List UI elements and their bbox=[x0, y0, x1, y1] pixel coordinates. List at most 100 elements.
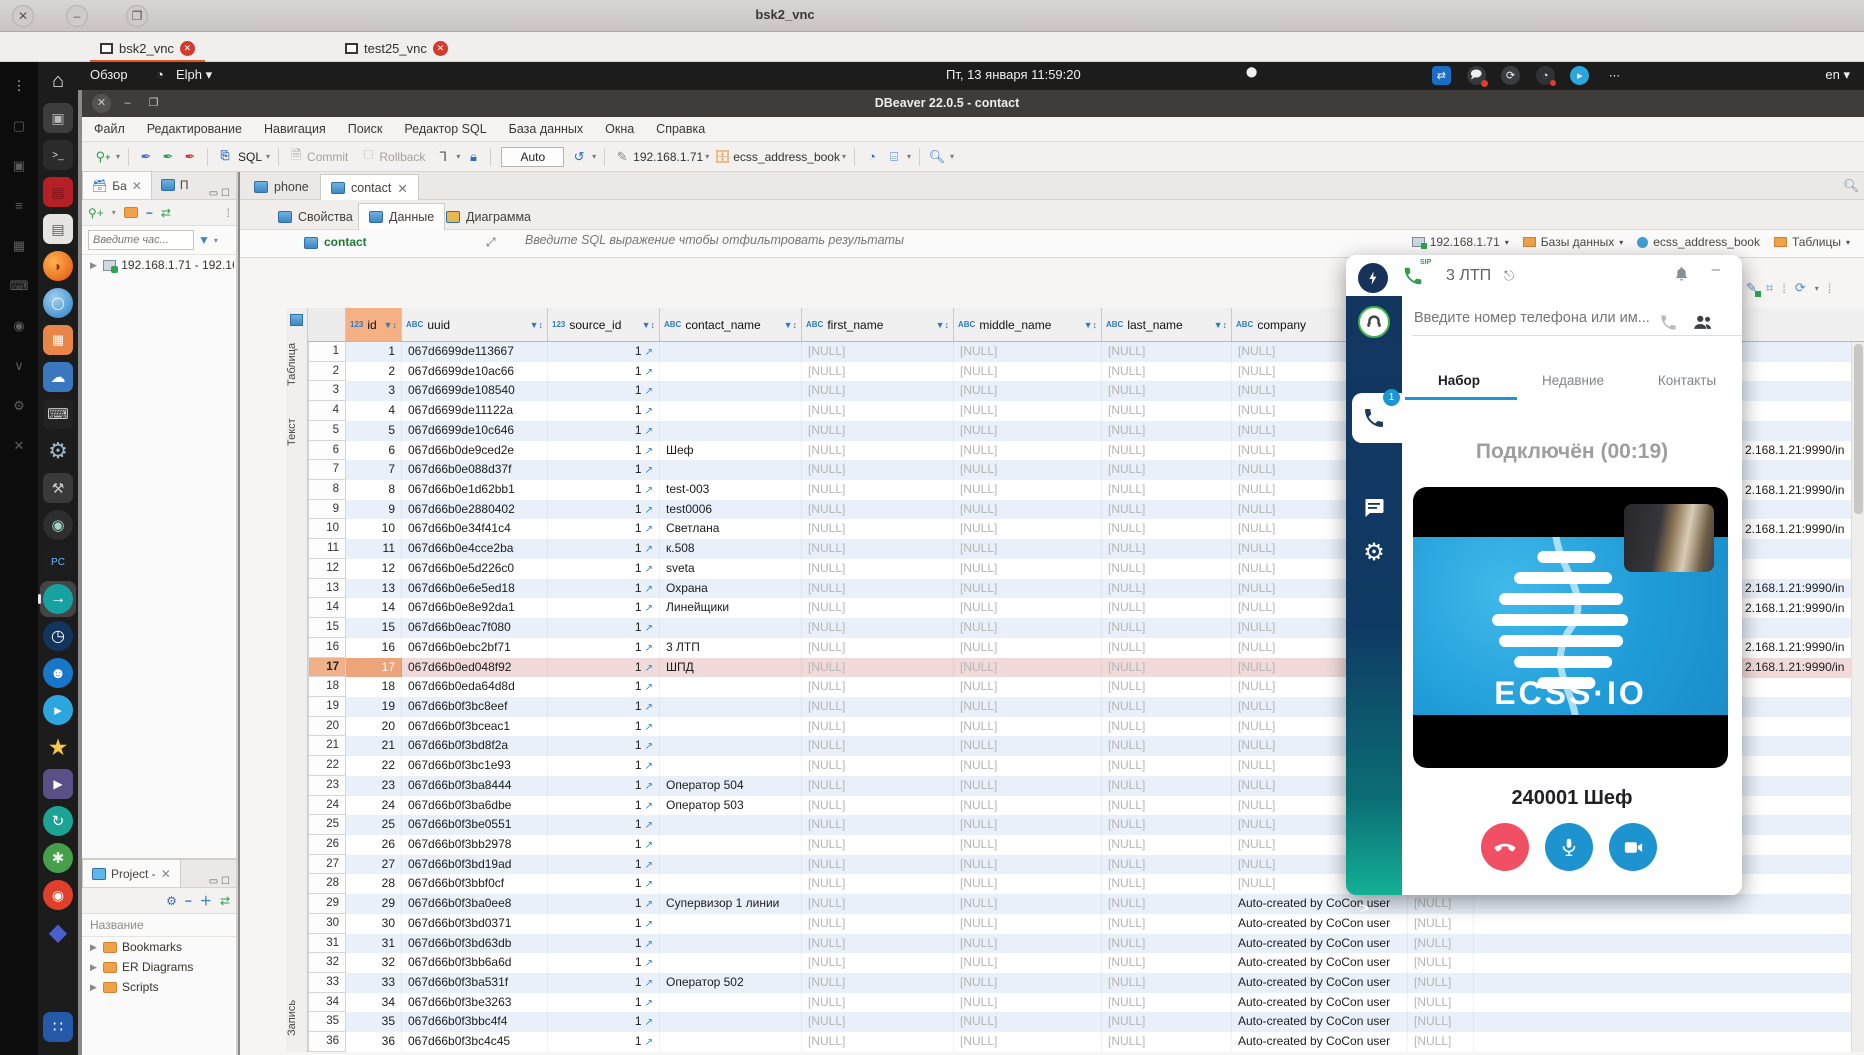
tab-properties[interactable]: Свойства bbox=[268, 203, 363, 230]
table-row[interactable]: 3636067d66b0f3bc4c451↗[NULL][NULL][NULL]… bbox=[308, 1032, 1864, 1052]
logout-icon[interactable]: ⎋ bbox=[1504, 268, 1514, 284]
grid-cell[interactable]: 067d66b0e4cce2ba bbox=[402, 539, 548, 559]
dock-icon-blue-diamond[interactable]: ◆ bbox=[43, 917, 73, 947]
grid-cell[interactable]: [NULL] bbox=[954, 1012, 1102, 1032]
grid-cell[interactable] bbox=[660, 677, 802, 697]
grid-cell[interactable]: 067d66b0de9ced2e bbox=[402, 441, 548, 461]
grid-cell[interactable]: 1↗ bbox=[548, 934, 660, 954]
caret-icon[interactable]: ▾ bbox=[592, 152, 596, 161]
sql-filter-input[interactable] bbox=[525, 233, 1345, 247]
grid-cell[interactable]: [NULL] bbox=[954, 894, 1102, 914]
grid-cell[interactable]: [NULL] bbox=[954, 598, 1102, 618]
grid-cell[interactable]: 3 bbox=[346, 381, 402, 401]
collapse-all-icon[interactable]: − bbox=[146, 206, 153, 220]
grid-cell[interactable]: [NULL] bbox=[1102, 1012, 1232, 1032]
grid-cell[interactable]: [NULL] bbox=[802, 500, 954, 520]
grid-cell[interactable]: [NULL] bbox=[954, 421, 1102, 441]
grid-cell[interactable]: [NULL] bbox=[954, 618, 1102, 638]
grid-corner[interactable] bbox=[308, 308, 346, 341]
grid-cell[interactable]: [NULL] bbox=[1102, 993, 1232, 1013]
grid-cell[interactable]: 36 bbox=[308, 1032, 346, 1052]
grid-cell[interactable] bbox=[660, 855, 802, 875]
grid-cell[interactable]: [NULL] bbox=[1102, 579, 1232, 599]
grid-cell[interactable]: 6 bbox=[346, 441, 402, 461]
link-editor-icon[interactable]: ⇄ bbox=[161, 206, 171, 220]
grid-cell[interactable]: 8 bbox=[308, 480, 346, 500]
grid-cell[interactable]: 1↗ bbox=[548, 756, 660, 776]
grid-cell[interactable]: [NULL] bbox=[802, 421, 954, 441]
vnc-toolbar-icon[interactable]: ⚙ bbox=[0, 398, 38, 414]
dbeaver-minimize-icon[interactable]: – bbox=[118, 94, 137, 113]
network-icon[interactable]: ⌸ bbox=[884, 147, 904, 167]
grid-cell[interactable]: [NULL] bbox=[954, 441, 1102, 461]
grid-cell[interactable]: 5 bbox=[308, 421, 346, 441]
grid-cell[interactable]: [NULL] bbox=[802, 658, 954, 678]
grid-cell[interactable]: 067d66b0f3be3263 bbox=[402, 993, 548, 1013]
grid-cell[interactable]: [NULL] bbox=[802, 342, 954, 362]
grid-cell[interactable]: 1↗ bbox=[548, 480, 660, 500]
grid-cell[interactable]: 36 bbox=[346, 1032, 402, 1052]
grid-cell[interactable]: [NULL] bbox=[1102, 894, 1232, 914]
grid-cell[interactable]: 1↗ bbox=[548, 855, 660, 875]
tab-contact[interactable]: contact ✕ bbox=[320, 174, 419, 201]
discord-tray-icon[interactable]: 🗩 bbox=[1467, 66, 1486, 85]
new-connection-icon[interactable]: ⚲+ bbox=[93, 147, 113, 167]
grid-cell[interactable]: 32 bbox=[308, 953, 346, 973]
dashboard-icon[interactable]: ◔ bbox=[862, 147, 882, 167]
grid-cell[interactable]: 067d66b0f3bb2978 bbox=[402, 835, 548, 855]
grid-cell[interactable]: ШПД bbox=[660, 658, 802, 678]
grid-cell[interactable]: [NULL] bbox=[954, 934, 1102, 954]
grid-cell[interactable]: 4 bbox=[308, 401, 346, 421]
grid-tab-text[interactable]: Текст bbox=[286, 408, 308, 456]
project-item-scripts[interactable]: ▶Scripts bbox=[82, 977, 236, 997]
grid-cell[interactable]: 1↗ bbox=[548, 953, 660, 973]
grid-cell[interactable]: test-003 bbox=[660, 480, 802, 500]
contacts-people-icon[interactable] bbox=[1692, 313, 1714, 332]
grid-settings-icon[interactable]: ⌗ bbox=[1766, 280, 1773, 296]
grid-cell[interactable]: [NULL] bbox=[802, 796, 954, 816]
grid-cell[interactable]: 15 bbox=[346, 618, 402, 638]
grid-cell[interactable]: Auto-created by CoCon user bbox=[1232, 1012, 1408, 1032]
grid-cell[interactable]: test0006 bbox=[660, 500, 802, 520]
grid-cell[interactable]: [NULL] bbox=[802, 874, 954, 894]
clock[interactable]: Пт, 13 января 11:59:20 bbox=[946, 67, 1081, 82]
table-row[interactable]: 2929067d66b0f3ba0ee81↗Супервизор 1 линии… bbox=[308, 894, 1864, 914]
dbeaver-restore-icon[interactable]: ❐ bbox=[144, 94, 163, 113]
vnc-toolbar-icon[interactable]: ∨ bbox=[0, 358, 38, 374]
vnc-minimize-icon[interactable]: – bbox=[66, 5, 88, 27]
grid-cell[interactable]: 12 bbox=[346, 559, 402, 579]
grid-cell[interactable]: 067d6699de10ac66 bbox=[402, 362, 548, 382]
grid-cell[interactable]: [NULL] bbox=[802, 973, 954, 993]
grid-cell[interactable]: 2 bbox=[308, 362, 346, 382]
grid-cell[interactable]: [NULL] bbox=[802, 914, 954, 934]
grid-cell[interactable] bbox=[660, 736, 802, 756]
grid-cell[interactable]: 25 bbox=[308, 815, 346, 835]
grid-cell[interactable]: [NULL] bbox=[802, 559, 954, 579]
softphone-tab-recent[interactable]: Недавние bbox=[1517, 373, 1629, 388]
vnc-toolbar-icon[interactable]: ▢ bbox=[0, 118, 38, 134]
grid-cell[interactable]: [NULL] bbox=[1102, 638, 1232, 658]
grid-cell[interactable]: 1↗ bbox=[548, 539, 660, 559]
grid-cell[interactable]: [NULL] bbox=[954, 835, 1102, 855]
menu-файл[interactable]: Файл bbox=[94, 122, 125, 136]
mute-mic-button[interactable] bbox=[1545, 823, 1593, 871]
caret-icon[interactable]: ▾ bbox=[116, 152, 120, 161]
grid-cell[interactable]: [NULL] bbox=[802, 598, 954, 618]
grid-cell[interactable]: [NULL] bbox=[1408, 973, 1474, 993]
dock-icon-green-app[interactable]: ✱ bbox=[43, 843, 73, 873]
grid-cell[interactable]: Линейщики bbox=[660, 598, 802, 618]
dock-icon-sync-teal[interactable]: ↻ bbox=[43, 806, 73, 836]
active-connection[interactable]: 192.168.1.71 bbox=[633, 150, 703, 164]
grid-cell[interactable] bbox=[660, 993, 802, 1013]
grid-cell[interactable] bbox=[1474, 993, 1864, 1013]
grid-cell[interactable]: 067d66b0f3ba8444 bbox=[402, 776, 548, 796]
grid-cell[interactable]: [NULL] bbox=[802, 697, 954, 717]
dots-icon[interactable]: ⁞ bbox=[1782, 281, 1786, 296]
grid-cell[interactable]: 1↗ bbox=[548, 776, 660, 796]
sync-tray-icon[interactable]: ⟳ bbox=[1501, 66, 1520, 85]
breadcrumb-databases[interactable]: Базы данных▾ bbox=[1523, 235, 1623, 249]
new-folder-icon[interactable] bbox=[124, 207, 138, 218]
grid-cell[interactable]: Светлана bbox=[660, 519, 802, 539]
grid-cell[interactable]: 21 bbox=[346, 736, 402, 756]
grid-cell[interactable]: 32 bbox=[346, 953, 402, 973]
